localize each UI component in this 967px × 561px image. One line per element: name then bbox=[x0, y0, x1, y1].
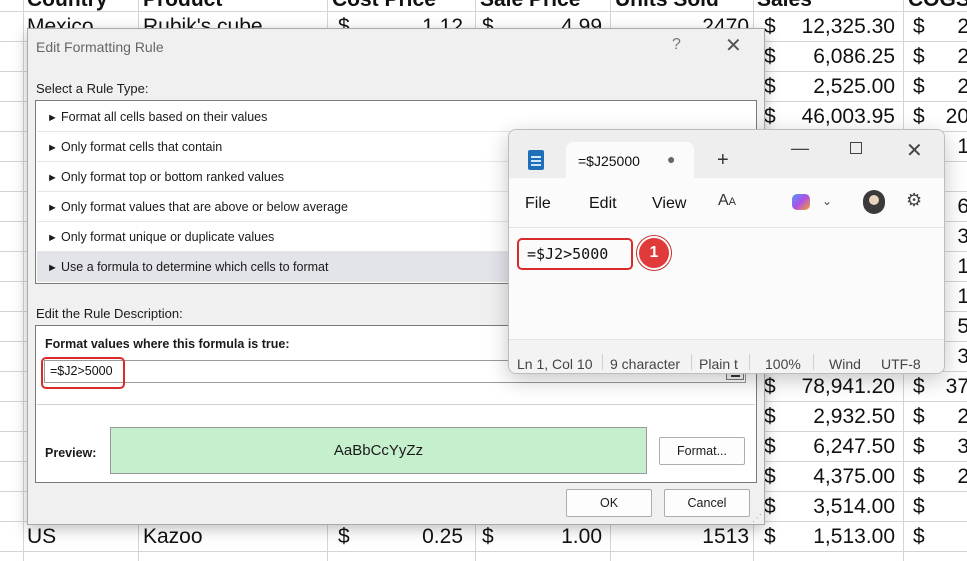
cell-sales[interactable]: 2,525.00 bbox=[780, 72, 895, 102]
dialog-title: Edit Formatting Rule bbox=[36, 39, 164, 55]
divider bbox=[37, 404, 755, 405]
cancel-button[interactable]: Cancel bbox=[664, 489, 750, 517]
cell-sale-currency[interactable]: $ bbox=[482, 522, 502, 552]
cell-cogs-currency[interactable]: $ bbox=[913, 522, 933, 552]
cell-sales[interactable]: 2,932.50 bbox=[780, 402, 895, 432]
formula-highlight-box bbox=[41, 357, 125, 389]
cell-cogs-currency[interactable]: $ bbox=[913, 492, 933, 522]
status-format: Plain t bbox=[699, 356, 738, 372]
cell-cogs[interactable]: 2 bbox=[900, 42, 967, 72]
status-encoding: UTF-8 bbox=[881, 356, 921, 372]
cell-cost-price[interactable]: 0.25 bbox=[355, 522, 463, 552]
rule-type-label: Only format values that are above or bel… bbox=[61, 200, 348, 214]
cell-sales[interactable]: 4,375.00 bbox=[780, 462, 895, 492]
cell-cogs[interactable]: 2 bbox=[900, 402, 967, 432]
rule-type-label: Only format cells that contain bbox=[61, 140, 223, 154]
cell-sales[interactable]: 1,513.00 bbox=[780, 522, 895, 552]
notepad-titlebar: =$J25000 ● + — ✕ bbox=[509, 130, 944, 178]
cell-cogs[interactable]: 37 bbox=[900, 372, 967, 402]
new-tab-button[interactable]: + bbox=[717, 149, 729, 172]
cell-sales[interactable]: 6,086.25 bbox=[780, 42, 895, 72]
arrow-icon: ► bbox=[47, 232, 58, 244]
avatar[interactable] bbox=[863, 190, 885, 214]
cell-sales[interactable]: 6,247.50 bbox=[780, 432, 895, 462]
cell-product[interactable]: Kazoo bbox=[143, 522, 323, 552]
gear-icon[interactable]: ⚙ bbox=[906, 190, 922, 211]
status-bar: Ln 1, Col 10 9 character Plain t 100% Wi… bbox=[509, 339, 944, 373]
cell-cogs[interactable]: 2 bbox=[900, 462, 967, 492]
cell-units-sold[interactable]: 1513 bbox=[612, 522, 749, 552]
cell-sales[interactable]: 12,325.30 bbox=[780, 12, 895, 42]
status-zoom: 100% bbox=[765, 356, 801, 372]
format-button[interactable]: Format... bbox=[659, 437, 745, 465]
status-characters: 9 character bbox=[610, 356, 681, 372]
menu-edit[interactable]: Edit bbox=[589, 195, 617, 213]
cell-cogs[interactable]: 3 bbox=[900, 432, 967, 462]
rule-type-label: Only format top or bottom ranked values bbox=[61, 170, 285, 184]
cell-sales[interactable]: 3,514.00 bbox=[780, 492, 895, 522]
notepad-icon bbox=[528, 150, 544, 170]
cell-sale-price[interactable]: 1.00 bbox=[500, 522, 602, 552]
status-position: Ln 1, Col 10 bbox=[517, 356, 593, 372]
notepad-window: =$J25000 ● + — ✕ File Edit View AA ⌄ ⚙ =… bbox=[508, 129, 945, 374]
cell-country[interactable]: US bbox=[27, 522, 137, 552]
content-highlight-box bbox=[517, 238, 633, 270]
cell-cogs[interactable]: 20 bbox=[900, 102, 967, 132]
arrow-icon: ► bbox=[47, 142, 58, 154]
rule-type-option[interactable]: ► Format all cells based on their values bbox=[37, 102, 755, 132]
tab-document[interactable]: =$J25000 ● bbox=[566, 142, 694, 178]
copilot-icon[interactable] bbox=[792, 194, 810, 210]
menu-bar: File Edit View AA ⌄ ⚙ bbox=[509, 178, 944, 228]
ok-button[interactable]: OK bbox=[566, 489, 652, 517]
select-rule-type-label: Select a Rule Type: bbox=[36, 81, 149, 96]
rule-type-label: Use a formula to determine which cells t… bbox=[61, 260, 329, 274]
divider bbox=[813, 354, 814, 370]
cell-cogs[interactable]: 2 bbox=[900, 12, 967, 42]
divider bbox=[691, 354, 692, 370]
rule-type-label: Format all cells based on their values bbox=[61, 110, 268, 124]
menu-file[interactable]: File bbox=[525, 195, 551, 213]
font-icon[interactable]: AA bbox=[718, 192, 736, 210]
arrow-icon: ► bbox=[47, 202, 58, 214]
close-button[interactable]: ✕ bbox=[906, 138, 923, 163]
close-icon[interactable]: ✕ bbox=[725, 33, 742, 58]
help-icon[interactable]: ? bbox=[672, 36, 681, 54]
cell-cogs[interactable]: 2 bbox=[900, 72, 967, 102]
unsaved-dot-icon[interactable]: ● bbox=[667, 151, 675, 167]
preview-sample: AaBbCcYyZz bbox=[110, 427, 647, 474]
menu-view[interactable]: View bbox=[652, 195, 686, 213]
arrow-icon: ► bbox=[47, 262, 58, 274]
arrow-icon: ► bbox=[47, 172, 58, 184]
preview-label: Preview: bbox=[45, 446, 97, 460]
cell-sales[interactable]: 78,941.20 bbox=[780, 372, 895, 402]
minimize-button[interactable]: — bbox=[791, 138, 809, 159]
status-line-endings: Wind bbox=[829, 356, 861, 372]
formula-label: Format values where this formula is true… bbox=[45, 337, 290, 351]
step-number-badge: 1 bbox=[637, 236, 671, 270]
divider bbox=[602, 354, 603, 370]
text-editor[interactable]: =$J2>5000 1 bbox=[509, 229, 944, 339]
resize-grip-icon[interactable]: ⋰ bbox=[752, 513, 762, 524]
divider bbox=[749, 354, 750, 370]
cell-sales[interactable]: 46,003.95 bbox=[780, 102, 895, 132]
maximize-button[interactable] bbox=[850, 142, 862, 154]
rule-type-label: Only format unique or duplicate values bbox=[61, 230, 275, 244]
tab-title: =$J25000 bbox=[578, 153, 640, 169]
arrow-icon: ► bbox=[47, 112, 58, 124]
chevron-down-icon[interactable]: ⌄ bbox=[822, 194, 832, 208]
edit-rule-description-label: Edit the Rule Description: bbox=[36, 306, 183, 321]
